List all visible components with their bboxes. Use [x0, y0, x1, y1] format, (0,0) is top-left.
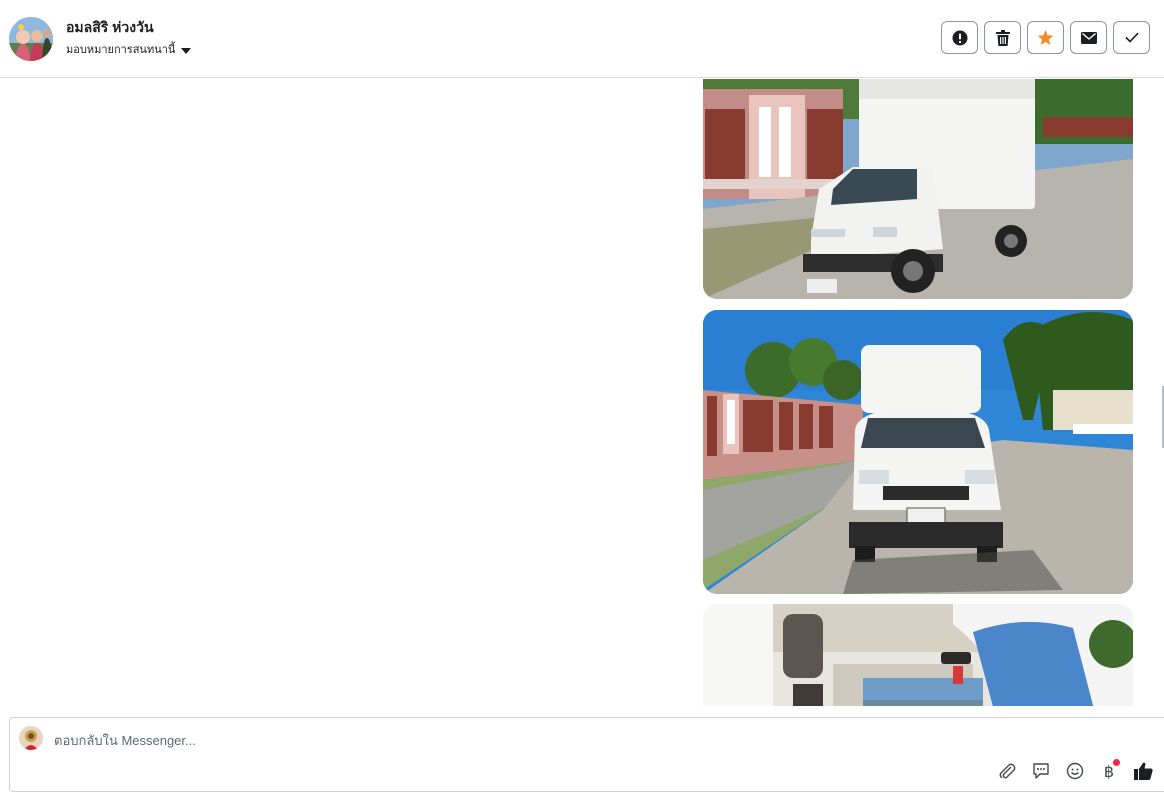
paperclip-icon — [999, 763, 1016, 779]
thumbs-up-icon — [1133, 762, 1153, 780]
emoji-button[interactable] — [1065, 761, 1085, 781]
reply-composer: ฿ — [9, 717, 1164, 792]
mark-unread-button[interactable] — [1070, 21, 1107, 54]
envelope-icon — [1080, 31, 1097, 44]
check-icon — [1124, 32, 1139, 43]
photo-message[interactable] — [703, 79, 1133, 299]
report-button[interactable] — [941, 21, 978, 54]
trash-icon — [995, 29, 1010, 46]
photo-message[interactable] — [703, 310, 1133, 594]
caret-down-icon — [181, 46, 192, 54]
contact-name[interactable]: อมลสิริ ห่วงวัน — [66, 17, 154, 39]
assign-label: มอบหมายการสนทนานี้ — [66, 44, 176, 56]
alert-circle-icon — [952, 30, 967, 45]
header-actions — [941, 21, 1150, 54]
contact-avatar[interactable] — [9, 17, 53, 61]
chat-bubble-icon — [1033, 763, 1049, 779]
star-button[interactable] — [1027, 21, 1064, 54]
photo-message[interactable] — [703, 604, 1133, 706]
composer-tools: ฿ — [997, 759, 1153, 781]
conversation-header: อมลสิริ ห่วงวัน มอบหมายการสนทนานี้ — [0, 0, 1164, 78]
message-thread — [0, 79, 1164, 706]
star-icon — [1037, 29, 1054, 45]
reply-input[interactable] — [54, 730, 854, 750]
saved-replies-button[interactable] — [1031, 761, 1051, 781]
mark-done-button[interactable] — [1113, 21, 1150, 54]
page-avatar — [19, 726, 43, 750]
notification-dot — [1113, 759, 1120, 766]
emoji-icon — [1066, 762, 1084, 780]
payment-button[interactable]: ฿ — [1099, 759, 1120, 781]
delete-button[interactable] — [984, 21, 1021, 54]
like-button[interactable] — [1133, 761, 1153, 781]
attach-button[interactable] — [997, 761, 1017, 781]
assign-conversation-dropdown[interactable]: มอบหมายการสนทนานี้ — [66, 40, 192, 58]
